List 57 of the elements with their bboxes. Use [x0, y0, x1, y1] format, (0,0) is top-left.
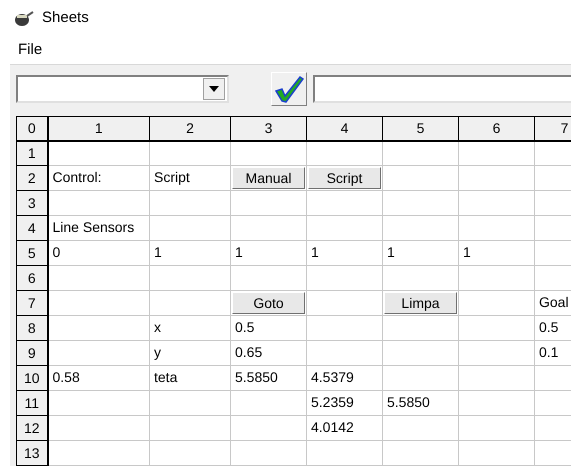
cell-text: y	[153, 344, 161, 360]
row-header[interactable]: 10	[16, 366, 48, 390]
row-header[interactable]: 11	[16, 390, 48, 416]
corner-header: 0	[16, 116, 48, 140]
cell-text: Line Sensors	[52, 219, 134, 235]
window-title: Sheets	[42, 8, 89, 28]
caret-icon	[209, 86, 219, 92]
column-header[interactable]: 2	[150, 116, 230, 140]
cell-text: 5.2359	[310, 394, 354, 410]
cell-text: 4.5379	[310, 369, 354, 385]
formula-field[interactable]	[313, 74, 571, 102]
cell-text: 0	[52, 244, 60, 260]
cell-text: 0.5	[538, 319, 558, 335]
cell-text: 1	[234, 244, 243, 260]
row-header[interactable]: 13	[16, 440, 48, 466]
row-header[interactable]: 7	[16, 290, 48, 316]
sheet-button[interactable]: Limpa	[384, 292, 457, 314]
column-header[interactable]: 5	[382, 116, 458, 140]
confirm-button[interactable]	[271, 72, 307, 106]
column-header[interactable]: 7	[534, 116, 571, 140]
column-header[interactable]: 6	[458, 116, 534, 140]
column-header[interactable]: 3	[230, 116, 306, 140]
cell-text: Control:	[52, 169, 102, 185]
checkmark-icon	[274, 74, 304, 102]
cell-text: 0.58	[52, 369, 80, 385]
cell-text: 4.0142	[310, 419, 354, 435]
row-header[interactable]: 8	[16, 316, 48, 340]
row-header[interactable]: 5	[16, 240, 48, 266]
row-header[interactable]: 12	[16, 416, 48, 440]
cell-text: Script	[153, 169, 190, 185]
row-header[interactable]: 2	[16, 166, 48, 190]
cell-text: 1	[153, 244, 162, 260]
cell-text: 0.5	[234, 319, 254, 335]
row-header[interactable]: 4	[16, 216, 48, 240]
column-header[interactable]: 4	[306, 116, 382, 140]
app-icon	[14, 9, 34, 27]
row-header[interactable]: 3	[16, 190, 48, 216]
cell-text: x	[153, 319, 161, 335]
sheet-button[interactable]: Manual	[232, 167, 305, 189]
cell-text: 1	[462, 244, 471, 260]
sheet-button[interactable]: Script	[308, 167, 381, 189]
cell-text: Goal	[538, 294, 569, 310]
menu-item[interactable]: File	[18, 38, 50, 62]
cell-text: 0.65	[234, 344, 262, 360]
cell-text: 1	[310, 244, 319, 260]
dropdown-button[interactable]	[203, 78, 225, 100]
cell-text: 1	[386, 244, 395, 260]
row-header[interactable]: 6	[16, 266, 48, 290]
row-header[interactable]: 9	[16, 340, 48, 366]
cell-text: 5.5850	[386, 394, 430, 410]
cell-selector[interactable]	[16, 74, 229, 102]
cell-text: 0.1	[538, 344, 558, 360]
sheet-button[interactable]: Goto	[232, 292, 305, 314]
row-header[interactable]: 1	[16, 140, 48, 166]
column-header[interactable]: 1	[48, 116, 150, 140]
cell-text: 5.5850	[234, 369, 278, 385]
cell-text: teta	[153, 369, 178, 385]
